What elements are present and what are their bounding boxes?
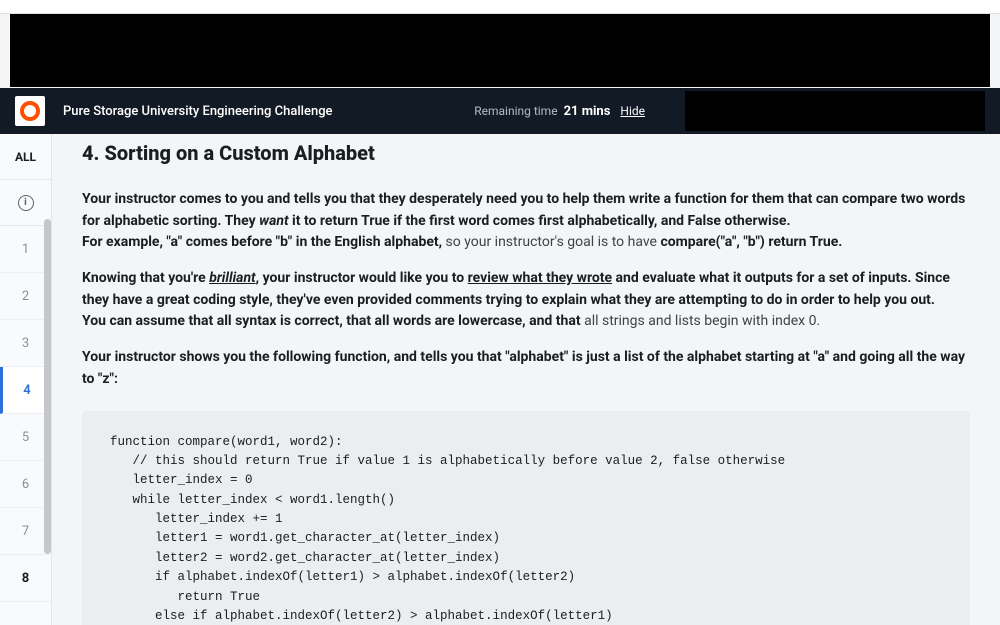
p2-text-a: For example, "a" comes before "b" in the… bbox=[82, 234, 446, 250]
main-area: ALL i 12345678 4. Sorting on a Custom Al… bbox=[0, 134, 1000, 625]
remaining-time-label: Remaining time bbox=[474, 104, 557, 118]
question-sidebar: ALL i 12345678 bbox=[0, 134, 52, 625]
alphabet-paragraph: Your instructor shows you the following … bbox=[82, 347, 970, 390]
p3-review-link: review what they wrote bbox=[468, 270, 612, 286]
browser-chrome-top bbox=[0, 0, 1000, 14]
logo-ring-icon bbox=[20, 101, 40, 121]
info-icon: i bbox=[18, 195, 34, 211]
sidebar-scrollbar-thumb[interactable] bbox=[44, 219, 51, 554]
p4-text-a: You can assume that all syntax is correc… bbox=[82, 313, 584, 329]
p2-text-b: so your instructor's goal is to have bbox=[446, 234, 661, 250]
sidebar-info-button[interactable]: i bbox=[0, 180, 51, 226]
p2-text-c: compare("a", "b") return True. bbox=[660, 234, 842, 250]
hide-timer-link[interactable]: Hide bbox=[620, 104, 645, 118]
intro-paragraph-group: Your instructor comes to you and tells y… bbox=[82, 189, 970, 254]
p3-brilliant: brilliant bbox=[209, 270, 255, 286]
p3-text-b: , your instructor would like you to bbox=[256, 270, 468, 286]
remaining-time-value: 21 mins bbox=[564, 104, 611, 119]
top-black-banner bbox=[10, 14, 990, 87]
sidebar-all-button[interactable]: ALL bbox=[0, 134, 51, 180]
code-block: function compare(word1, word2): // this … bbox=[82, 411, 970, 625]
problem-body: Your instructor comes to you and tells y… bbox=[82, 189, 970, 625]
problem-panel: 4. Sorting on a Custom Alphabet Your ins… bbox=[82, 134, 970, 625]
problem-title: 4. Sorting on a Custom Alphabet bbox=[82, 134, 970, 189]
company-logo bbox=[15, 96, 45, 126]
review-paragraph-group: Knowing that you're brilliant, your inst… bbox=[82, 268, 970, 333]
p1-want: want bbox=[259, 213, 288, 229]
p4-text-b: all strings and lists begin with index 0… bbox=[584, 313, 820, 329]
challenge-title: Pure Storage University Engineering Chal… bbox=[63, 104, 333, 119]
header-right-block bbox=[685, 91, 985, 131]
p3-text-a: Knowing that you're bbox=[82, 270, 209, 286]
p5-text: Your instructor shows you the following … bbox=[82, 347, 970, 390]
p1-text-b: it to return True if the first word come… bbox=[289, 213, 791, 229]
sidebar-question-8[interactable]: 8 bbox=[0, 555, 51, 602]
problem-content-scroll[interactable]: 4. Sorting on a Custom Alphabet Your ins… bbox=[52, 134, 1000, 625]
header-bar: Pure Storage University Engineering Chal… bbox=[0, 88, 1000, 134]
